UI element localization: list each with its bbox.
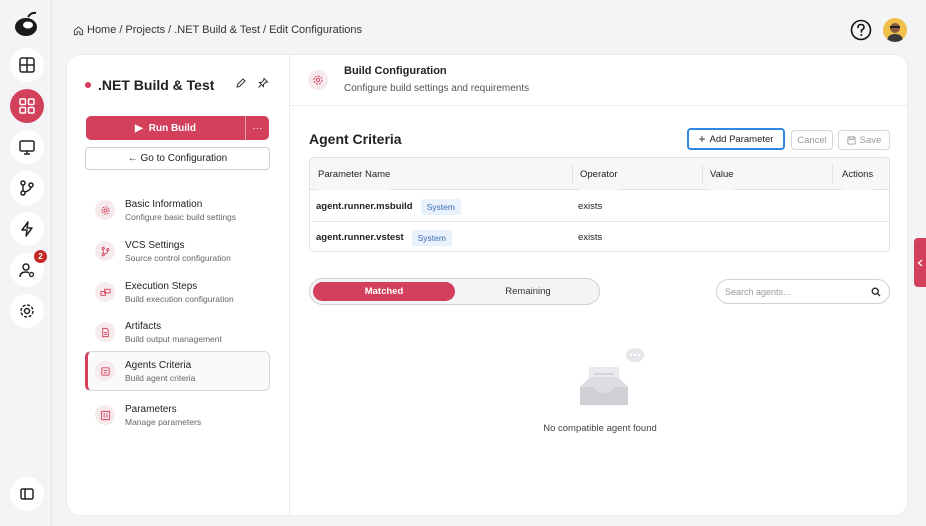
user-avatar[interactable] [883,18,907,42]
collapse-panel-tab[interactable] [914,238,926,287]
config-sidebar: .NET Build & Test ▶ Run Build ··· ← Go t… [67,55,290,515]
play-icon: ▶ [135,122,143,134]
nav-title: Agents Criteria [125,359,192,371]
sidebar-toggle-icon[interactable] [10,477,44,511]
breadcrumb-project[interactable]: .NET Build & Test [174,24,260,36]
run-build-label: Run Build [148,122,196,134]
nav-subtitle: Source control configuration [125,252,231,263]
breadcrumb-separator: / [119,24,123,36]
sidebar-item-basic-information[interactable]: Basic Information Configure basic build s… [85,191,270,229]
nav-title: Execution Steps [125,280,198,292]
status-dot [85,82,91,88]
section-title: Build Configuration [344,65,447,77]
help-icon[interactable] [850,19,872,41]
agent-icon [95,361,115,381]
plus-icon: + [698,132,706,146]
home-icon[interactable] [73,25,84,36]
col-operator: Operator [580,158,618,190]
notification-badge: 2 [34,250,47,263]
run-build-button[interactable]: ▶ Run Build ··· [86,116,269,140]
add-parameter-button[interactable]: + Add Parameter [687,128,785,150]
project-title-text: .NET Build & Test [98,77,215,93]
sidebar-item-execution-steps[interactable]: Execution Steps Build execution configura… [85,273,270,311]
nav-subtitle: Build agent criteria [125,372,196,383]
nav-title: Parameters [125,403,177,415]
left-rail: 2 [0,0,52,526]
add-parameter-label: Add Parameter [709,133,774,145]
operator-cell: exists [578,201,603,212]
breadcrumb-projects[interactable]: Projects [125,24,165,36]
breadcrumb-current: Edit Configurations [269,24,363,36]
dashboard-icon[interactable] [10,48,44,82]
settings-gear-icon[interactable] [10,294,44,328]
save-label: Save [859,134,882,146]
git-branch-icon [95,241,115,261]
user-settings-icon[interactable]: 2 [10,250,47,287]
search-agents-box [716,279,890,304]
sidebar-item-parameters[interactable]: Parameters Manage parameters [85,396,270,434]
run-options-button[interactable]: ··· [245,116,269,140]
breadcrumb-separator: / [263,24,267,36]
chevron-left-icon [917,259,923,266]
agent-criteria-title: Agent Criteria [309,131,402,147]
table-header: Parameter Name Operator Value Actions [310,158,889,190]
param-name-cell: agent.runner.msbuild System [316,191,461,222]
nav-subtitle: Build execution configuration [125,293,234,304]
lightning-icon[interactable] [10,212,44,246]
search-icon[interactable] [871,287,881,297]
projects-grid-icon[interactable] [10,89,44,123]
col-actions: Actions [842,158,874,190]
param-name: agent.runner.vstest [316,232,404,243]
table-row: agent.runner.vstest System exists [310,222,889,251]
edit-pencil-icon[interactable] [235,77,247,89]
cancel-button[interactable]: Cancel [791,130,833,150]
save-disk-icon [847,135,856,145]
nav-title: Basic Information [125,198,203,210]
gear-icon [308,70,328,90]
tab-matched[interactable]: Matched [313,282,455,301]
breadcrumb: Home / Projects / .NET Build & Test / Ed… [73,24,362,36]
breadcrumb-separator: / [168,24,172,36]
project-title: .NET Build & Test [85,77,214,93]
nav-title: Artifacts [125,320,162,332]
empty-inbox-icon [580,348,644,405]
criteria-table: Parameter Name Operator Value Actions ag… [309,157,890,252]
run-build-main[interactable]: ▶ Run Build [86,116,245,140]
sidebar-item-vcs-settings[interactable]: VCS Settings Source control configuration [85,232,270,270]
col-parameter-name: Parameter Name [318,158,391,190]
param-name: agent.runner.msbuild [316,201,413,212]
config-card: .NET Build & Test ▶ Run Build ··· ← Go t… [66,54,908,516]
tab-remaining[interactable]: Remaining [460,282,596,301]
operator-cell: exists [578,232,603,243]
save-button[interactable]: Save [838,130,890,150]
main-content: Build Configuration Configure build sett… [290,55,907,515]
sidebar-item-agents-criteria[interactable]: Agents Criteria Build agent criteria [85,351,270,391]
nav-subtitle: Manage parameters [125,416,202,427]
table-row: agent.runner.msbuild System exists [310,191,889,222]
monitor-icon[interactable] [10,130,44,164]
search-agents-input[interactable] [725,286,871,297]
gear-icon [95,200,115,220]
file-icon [95,322,115,342]
param-name-cell: agent.runner.vstest System [316,222,452,251]
col-value: Value [710,158,734,190]
empty-state-message: No compatible agent found [543,423,657,434]
nav-title: VCS Settings [125,239,185,251]
steps-icon [95,282,115,302]
section-header: Build Configuration Configure build sett… [290,55,907,106]
sidebar-item-artifacts[interactable]: Artifacts Build output management [85,313,270,351]
app-logo-icon[interactable] [10,8,42,40]
system-tag: System [411,229,452,246]
pin-icon[interactable] [257,77,269,89]
nav-subtitle: Configure basic build settings [125,211,237,222]
breadcrumb-home[interactable]: Home [87,24,116,36]
git-branch-icon[interactable] [10,171,44,205]
system-tag: System [420,198,461,215]
sliders-icon [95,405,115,425]
section-subtitle: Configure build settings and requirement… [344,83,530,94]
agent-filter-toggle: Matched Remaining [309,278,600,305]
nav-subtitle: Build output management [125,333,222,344]
go-to-configuration-button[interactable]: ← Go to Configuration [85,147,270,170]
